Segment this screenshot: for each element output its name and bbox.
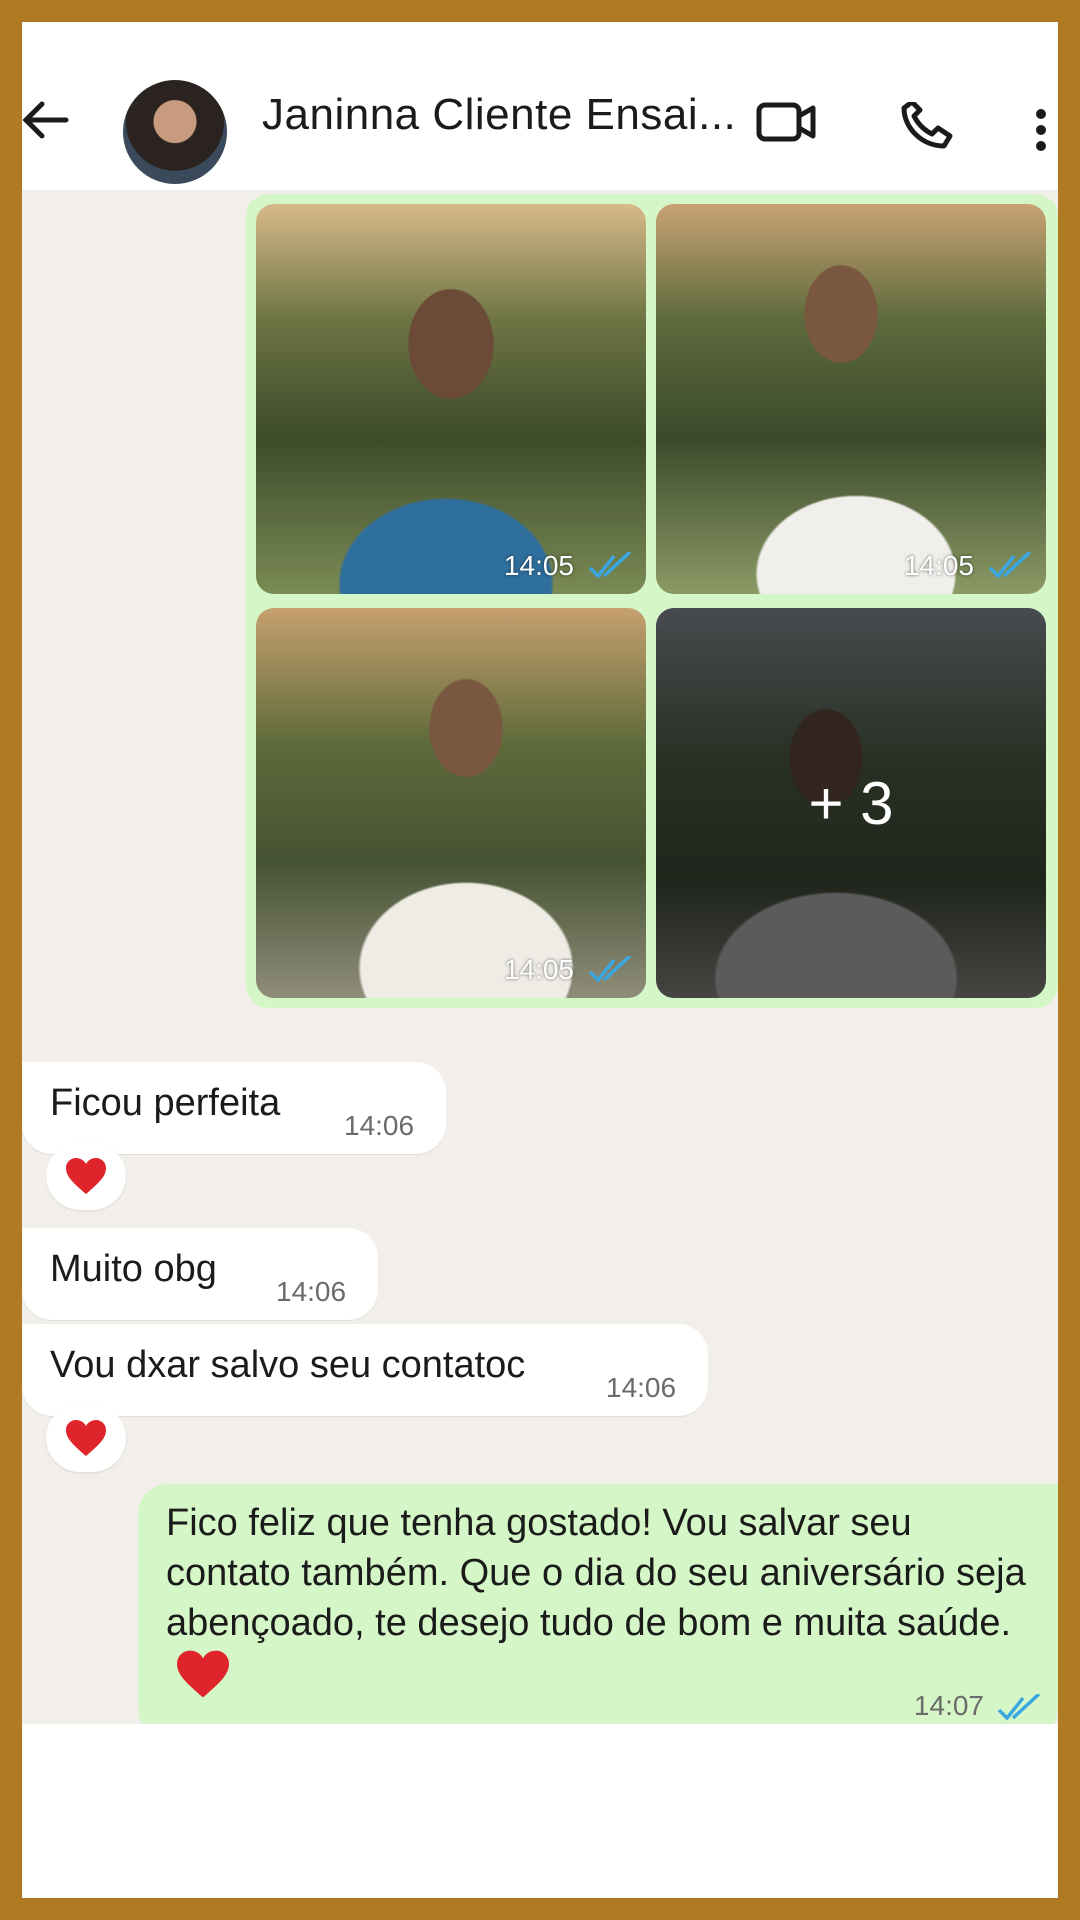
incoming-message[interactable]: Vou dxar salvo seu contatoc 14:06	[22, 1324, 708, 1416]
avatar[interactable]	[123, 80, 227, 184]
message-time: 14:06	[606, 1372, 677, 1403]
reaction-badge[interactable]	[46, 1404, 126, 1472]
video-call-icon[interactable]	[756, 102, 816, 142]
chat-area[interactable]: 14:05 14:05 14:05 + 3 Ficou perfeita 14:…	[22, 190, 1058, 1738]
message-time: 14:07	[913, 1690, 984, 1721]
photo-thumbnail-more[interactable]: + 3	[656, 608, 1046, 998]
message-time: 14:06	[344, 1110, 415, 1141]
message-time: 14:06	[276, 1276, 347, 1307]
message-time: 14:05	[503, 954, 574, 985]
incoming-message[interactable]: Ficou perfeita 14:06	[22, 1062, 446, 1154]
more-vert-icon[interactable]	[1032, 108, 1050, 152]
message-text: Vou dxar salvo seu contatoc	[50, 1344, 526, 1386]
back-arrow-icon[interactable]	[22, 100, 70, 140]
contact-name[interactable]: Janinna Cliente Ensai...	[262, 90, 736, 140]
heart-icon	[66, 1158, 106, 1194]
photo-thumbnail[interactable]: 14:05	[656, 204, 1046, 594]
photo-thumbnail[interactable]: 14:05	[256, 608, 646, 998]
photo-thumbnail[interactable]: 14:05	[256, 204, 646, 594]
incoming-message[interactable]: Muito obg 14:06	[22, 1228, 378, 1320]
heart-emoji-icon	[177, 1650, 229, 1698]
message-time: 14:05	[903, 550, 974, 581]
message-text: Muito obg	[50, 1248, 217, 1290]
message-text: Ficou perfeita	[50, 1082, 281, 1124]
bottom-area	[22, 1724, 1058, 1898]
media-group-bubble: 14:05 14:05 14:05 + 3	[246, 194, 1058, 1008]
app-frame: Janinna Cliente Ensai... 14:05 14:05 14:…	[22, 22, 1058, 1898]
chat-header: Janinna Cliente Ensai...	[22, 22, 1058, 190]
double-check-icon	[988, 552, 1032, 579]
phone-call-icon[interactable]	[898, 102, 954, 150]
outgoing-message[interactable]: Fico feliz que tenha gostado! Vou salvar…	[138, 1484, 1058, 1738]
double-check-icon	[588, 552, 632, 579]
reaction-badge[interactable]	[46, 1142, 126, 1210]
message-time: 14:05	[503, 550, 574, 581]
double-check-icon	[588, 956, 632, 983]
more-photos-label: + 3	[656, 608, 1046, 998]
double-check-icon	[997, 1694, 1041, 1721]
heart-icon	[66, 1420, 106, 1456]
message-text: Fico feliz que tenha gostado! Vou salvar…	[166, 1498, 1026, 1701]
message-text-content: Fico feliz que tenha gostado! Vou salvar…	[166, 1502, 1026, 1644]
